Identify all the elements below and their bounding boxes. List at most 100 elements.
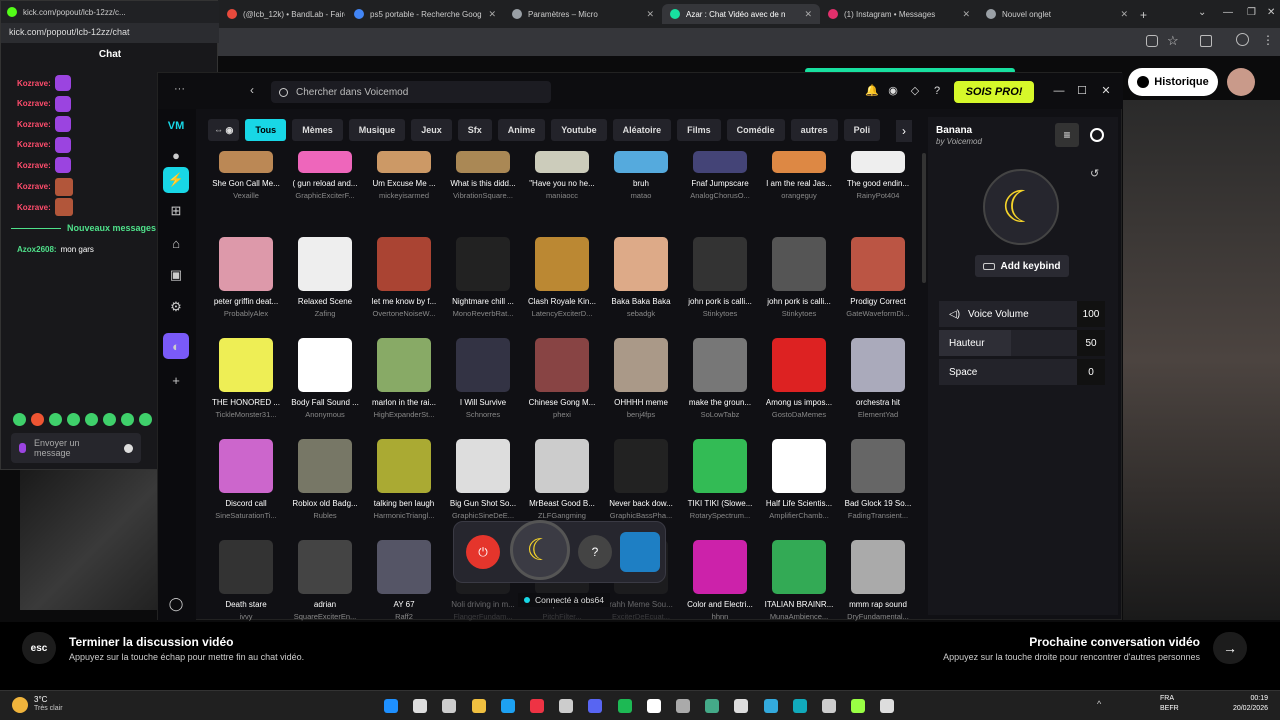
emoji-icon[interactable] bbox=[124, 443, 133, 453]
close-icon[interactable]: ✕ bbox=[488, 9, 496, 20]
lang-layout[interactable]: BEFR bbox=[1160, 705, 1179, 712]
minimize-button[interactable]: — bbox=[1053, 85, 1065, 97]
start-icon[interactable] bbox=[384, 699, 398, 713]
sound-tile[interactable]: Nightmare chill ... MonoReverbRat... bbox=[443, 237, 523, 318]
sound-tile[interactable]: mmm rap sound DryFundamental... bbox=[838, 540, 918, 621]
more-icon[interactable]: ··· bbox=[174, 83, 185, 95]
menu-icon[interactable]: ⋮ bbox=[1262, 33, 1274, 47]
close-icon[interactable]: ✕ bbox=[962, 9, 970, 20]
microphone-icon[interactable]: ● bbox=[163, 142, 189, 168]
sound-tile[interactable]: Death stare ivvy bbox=[206, 540, 286, 621]
sound-tile[interactable]: orchestra hit ElementYad bbox=[838, 338, 918, 419]
task-view-icon[interactable] bbox=[442, 699, 457, 713]
sound-tile[interactable]: ( gun reload and... GraphicExciterF... bbox=[285, 136, 365, 200]
spotify-icon[interactable] bbox=[617, 699, 632, 713]
bell-icon[interactable]: 🔔 bbox=[865, 85, 879, 97]
sound-tile[interactable]: Relaxed Scene Zafing bbox=[285, 237, 365, 318]
sound-tile[interactable]: john pork is calli... Stinkytoes bbox=[759, 237, 839, 318]
sound-tile[interactable]: Fnaf Jumpscare AnalogChorusO... bbox=[680, 136, 760, 200]
space-slider[interactable]: Space 0 bbox=[939, 359, 1105, 385]
sound-tile[interactable]: Bad Glock 19 So... FadingTransient... bbox=[838, 439, 918, 520]
browser-tab[interactable]: Nouvel onglet ✕ bbox=[978, 4, 1136, 24]
new-tab-button[interactable]: + bbox=[1140, 8, 1147, 22]
sound-tile[interactable]: MrBeast Good B... ZLFGangming bbox=[522, 439, 602, 520]
sound-tile[interactable]: What is this didd... VibrationSquare... bbox=[443, 136, 523, 200]
sound-tile[interactable]: She Gon Call Me... Vexaille bbox=[206, 136, 286, 200]
add-keybind-button[interactable]: Add keybind bbox=[975, 255, 1069, 277]
sound-tile[interactable]: adrian SquareExciterEn... bbox=[285, 540, 365, 621]
edge-icon[interactable] bbox=[500, 699, 515, 713]
search-icon[interactable] bbox=[413, 699, 428, 713]
soundboard-icon[interactable]: ⚡ bbox=[163, 167, 189, 193]
hauteur-slider[interactable]: Hauteur 50 bbox=[939, 330, 1105, 356]
notepad-icon[interactable] bbox=[822, 699, 836, 713]
chat-input[interactable]: Envoyer un message bbox=[11, 433, 141, 463]
sound-tile[interactable]: AY 67 Raff2 bbox=[364, 540, 444, 621]
sound-tile[interactable]: OHHHH meme benj4fps bbox=[601, 338, 681, 419]
clock-date[interactable]: 20/02/2026 bbox=[1218, 705, 1268, 712]
esc-button[interactable]: esc bbox=[22, 632, 56, 664]
browser-tab[interactable]: Paramètres – Micro ✕ bbox=[504, 4, 662, 24]
sound-tile[interactable]: Big Gun Shot So... GraphicSineDeE... bbox=[443, 439, 523, 520]
voices-icon[interactable]: ⊞ bbox=[163, 198, 189, 224]
power-button[interactable]: ⏻ bbox=[466, 535, 500, 569]
popup-url[interactable]: kick.com/popout/lcb-12zz/chat bbox=[1, 23, 219, 43]
search-input[interactable]: Chercher dans Voicemod bbox=[271, 81, 551, 103]
back-icon[interactable]: ‹ bbox=[250, 83, 254, 97]
reset-icon[interactable]: ↺ bbox=[1090, 167, 1099, 180]
chatgpt-icon[interactable] bbox=[559, 699, 574, 713]
bag-icon[interactable]: ⌂ bbox=[163, 230, 189, 256]
sound-tile[interactable]: Clash Royale Kin... LatencyExciterD... bbox=[522, 237, 602, 318]
user-icon[interactable]: ◯ bbox=[163, 591, 189, 617]
browser-tab[interactable]: ps5 portable - Recherche Goog ✕ bbox=[346, 4, 504, 24]
tray-chevron-icon[interactable]: ^ bbox=[1097, 699, 1101, 709]
azar-icon[interactable] bbox=[705, 699, 720, 713]
discord-icon[interactable]: ◉ bbox=[887, 85, 899, 97]
sound-tile[interactable]: Half Life Scientis... AmplifierChamb... bbox=[759, 439, 839, 520]
gift-icon[interactable]: ▣ bbox=[163, 262, 189, 288]
close-icon[interactable]: ✕ bbox=[1120, 9, 1128, 20]
sound-tile[interactable]: Chinese Gong M... phexi bbox=[522, 338, 602, 419]
browser-tab[interactable]: (1) Instagram • Messages ✕ bbox=[820, 4, 978, 24]
avatar-icon[interactable]: ◐ bbox=[163, 333, 189, 359]
sound-tile[interactable]: Um Excuse Me ... mickeyisarmed bbox=[364, 136, 444, 200]
potion-icon[interactable] bbox=[620, 532, 660, 572]
share-icon[interactable] bbox=[1146, 35, 1158, 47]
sound-tile[interactable]: let me know by f... OvertoneNoiseW... bbox=[364, 237, 444, 318]
tiktok-icon[interactable] bbox=[646, 699, 661, 713]
address-bar[interactable] bbox=[230, 36, 1110, 50]
browser-tab[interactable]: (@lcb_12k) • BandLab - Faire✕ bbox=[219, 4, 345, 24]
sliders-icon[interactable]: ≡ bbox=[1055, 123, 1079, 147]
sound-tile[interactable]: TIKI TIKI (Slowe... RotarySpectrum... bbox=[680, 439, 760, 520]
bandlab-icon[interactable] bbox=[851, 699, 866, 713]
help-icon[interactable]: ? bbox=[931, 85, 943, 97]
sound-tile[interactable]: talking ben laugh HarmonicTriangl... bbox=[364, 439, 444, 520]
sound-tile[interactable]: The good endin... RainyPot404 bbox=[838, 136, 918, 200]
add-icon[interactable]: + bbox=[163, 367, 189, 393]
epic-games-icon[interactable] bbox=[792, 699, 807, 713]
sound-tile[interactable]: Among us impos... GostoDaMemes bbox=[759, 338, 839, 419]
epic-icon[interactable] bbox=[676, 699, 690, 713]
sound-tile[interactable]: marlon in the rai... HighExpanderSt... bbox=[364, 338, 444, 419]
sound-tile[interactable]: I Will Survive Schnorres bbox=[443, 338, 523, 419]
sound-tile[interactable]: john pork is calli... Stinkytoes bbox=[680, 237, 760, 318]
sound-tile[interactable]: Baka Baka Baka sebadgk bbox=[601, 237, 681, 318]
sound-tile[interactable]: "Have you no he... maniaocc bbox=[522, 136, 602, 200]
pro-button[interactable]: SOIS PRO! bbox=[954, 81, 1034, 103]
sound-tile[interactable]: I am the real Jas... orangeguy bbox=[759, 136, 839, 200]
settings-icon[interactable]: ⚙ bbox=[163, 294, 189, 320]
sound-tile[interactable]: Prodigy Correct GateWaveformDi... bbox=[838, 237, 918, 318]
avatar[interactable] bbox=[1227, 68, 1255, 96]
arrow-right-icon[interactable]: → bbox=[1213, 632, 1247, 664]
history-button[interactable]: Historique bbox=[1128, 68, 1218, 96]
star-icon[interactable]: ☆ bbox=[1167, 33, 1179, 49]
sound-tile[interactable]: THE HONORED ... TickleMonster31... bbox=[206, 338, 286, 419]
close-icon[interactable]: ✕ bbox=[804, 9, 812, 20]
sound-tile[interactable]: Discord call SineSaturationTi... bbox=[206, 439, 286, 520]
capcut-icon[interactable] bbox=[734, 699, 749, 713]
window-controls[interactable]: ⌄ — ❐ ✕ bbox=[1198, 7, 1275, 18]
banana-icon[interactable]: ☾ bbox=[510, 520, 570, 580]
emote-bar[interactable] bbox=[13, 413, 170, 426]
scrollbar[interactable] bbox=[922, 153, 926, 283]
sound-tile[interactable]: peter griffin deat... ProbablyAlex bbox=[206, 237, 286, 318]
